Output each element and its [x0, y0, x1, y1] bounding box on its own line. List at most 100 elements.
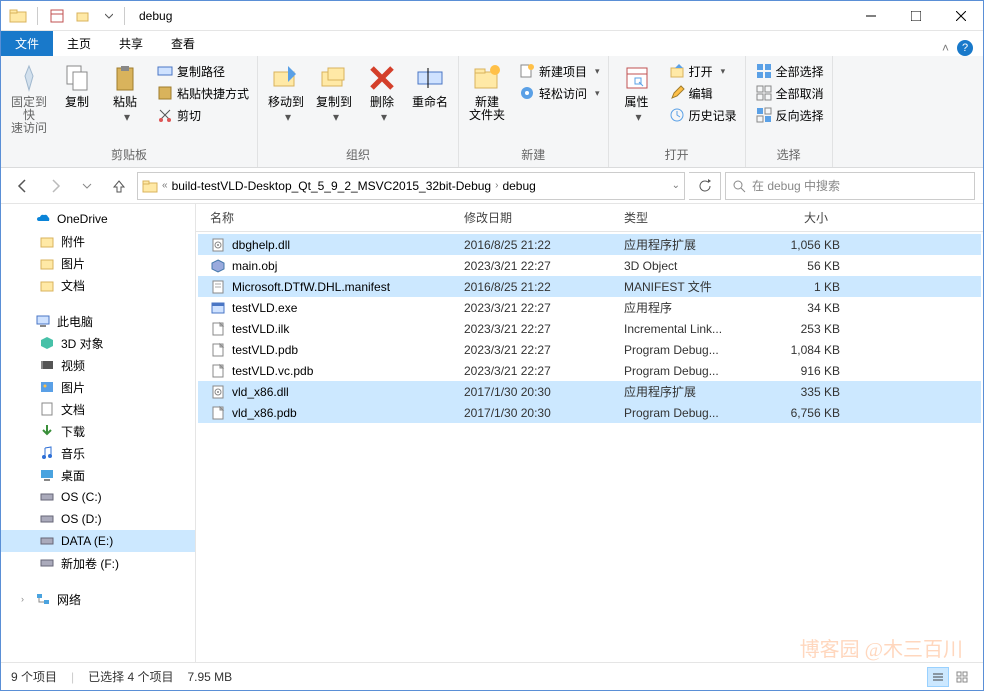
invert-selection-button[interactable]: 反向选择: [752, 104, 828, 126]
select-none-button[interactable]: 全部取消: [752, 82, 828, 104]
file-date: 2016/8/25 21:22: [464, 280, 624, 294]
qat-properties-icon[interactable]: [46, 5, 68, 27]
file-date: 2023/3/21 22:27: [464, 301, 624, 315]
col-size[interactable]: 大小: [738, 209, 834, 226]
nav-osc[interactable]: OS (C:): [1, 486, 195, 508]
cut-button[interactable]: 剪切: [153, 104, 253, 126]
nav-3d[interactable]: 3D 对象: [1, 332, 195, 354]
file-size: 916 KB: [744, 364, 840, 378]
file-size: 253 KB: [744, 322, 840, 336]
address-bar-row: « build-testVLD-Desktop_Qt_5_9_2_MSVC201…: [1, 168, 983, 204]
nav-tree[interactable]: OneDrive 附件 图片 文档 此电脑 3D 对象 视频 图片 文档 下载 …: [1, 204, 196, 662]
file-row[interactable]: testVLD.ilk2023/3/21 22:27Incremental Li…: [198, 318, 981, 339]
search-icon: [732, 179, 746, 193]
copyto-button[interactable]: 复制到▾: [310, 60, 358, 126]
forward-button[interactable]: [41, 172, 69, 200]
file-icon: [210, 258, 226, 274]
col-type[interactable]: 类型: [618, 209, 738, 226]
nav-music[interactable]: 音乐: [1, 442, 195, 464]
rename-button[interactable]: 重命名: [406, 60, 454, 111]
nav-docs2[interactable]: 文档: [1, 398, 195, 420]
file-row[interactable]: dbghelp.dll2016/8/25 21:22应用程序扩展1,056 KB: [198, 234, 981, 255]
file-row[interactable]: vld_x86.pdb2017/1/30 20:30Program Debug.…: [198, 402, 981, 423]
file-size: 6,756 KB: [744, 406, 840, 420]
file-list[interactable]: dbghelp.dll2016/8/25 21:22应用程序扩展1,056 KB…: [196, 232, 983, 662]
address-bar[interactable]: « build-testVLD-Desktop_Qt_5_9_2_MSVC201…: [137, 172, 685, 200]
col-name[interactable]: 名称: [204, 209, 458, 226]
nav-datae[interactable]: DATA (E:): [1, 530, 195, 552]
close-button[interactable]: [938, 2, 983, 30]
nav-desktop[interactable]: 桌面: [1, 464, 195, 486]
moveto-button[interactable]: 移动到▾: [262, 60, 310, 126]
file-row[interactable]: main.obj2023/3/21 22:273D Object56 KB: [198, 255, 981, 276]
minimize-button[interactable]: [848, 2, 893, 30]
easy-access-button[interactable]: 轻松访问▾: [515, 82, 604, 104]
maximize-button[interactable]: [893, 2, 938, 30]
copy-path-button[interactable]: 复制路径: [153, 60, 253, 82]
view-icons-button[interactable]: [951, 667, 973, 687]
nav-down[interactable]: 下载: [1, 420, 195, 442]
file-type: 3D Object: [624, 259, 744, 273]
newfolder-button[interactable]: 新建文件夹: [463, 60, 511, 124]
recent-dropdown[interactable]: [73, 172, 101, 200]
tab-file[interactable]: 文件: [1, 31, 53, 56]
edit-button[interactable]: 编辑: [665, 82, 741, 104]
tab-share[interactable]: 共享: [105, 31, 157, 56]
pin-button[interactable]: 固定到快速访问: [5, 60, 53, 138]
file-date: 2023/3/21 22:27: [464, 259, 624, 273]
breadcrumb-2[interactable]: debug: [502, 179, 535, 193]
nav-osd[interactable]: OS (D:): [1, 508, 195, 530]
nav-pics2[interactable]: 图片: [1, 376, 195, 398]
nav-network[interactable]: ›网络: [1, 588, 195, 610]
nav-newf[interactable]: 新加卷 (F:): [1, 552, 195, 574]
file-row[interactable]: testVLD.pdb2023/3/21 22:27Program Debug.…: [198, 339, 981, 360]
nav-video[interactable]: 视频: [1, 354, 195, 376]
col-date[interactable]: 修改日期: [458, 209, 618, 226]
file-row[interactable]: vld_x86.dll2017/1/30 20:30应用程序扩展335 KB: [198, 381, 981, 402]
qat-newfolder-icon[interactable]: [72, 5, 94, 27]
tab-view[interactable]: 查看: [157, 31, 209, 56]
help-icon[interactable]: ?: [957, 40, 973, 56]
collapse-ribbon-icon[interactable]: ˄: [942, 41, 949, 55]
file-date: 2017/1/30 20:30: [464, 406, 624, 420]
chevron-down-icon[interactable]: ⌄: [672, 180, 680, 191]
file-size: 335 KB: [744, 385, 840, 399]
back-button[interactable]: [9, 172, 37, 200]
file-size: 1 KB: [744, 280, 840, 294]
nav-attach[interactable]: 附件: [1, 230, 195, 252]
view-details-button[interactable]: [927, 667, 949, 687]
file-row[interactable]: testVLD.vc.pdb2023/3/21 22:27Program Deb…: [198, 360, 981, 381]
nav-docs[interactable]: 文档: [1, 274, 195, 296]
file-row[interactable]: Microsoft.DTfW.DHL.manifest2016/8/25 21:…: [198, 276, 981, 297]
new-item-button[interactable]: 新建项目▾: [515, 60, 604, 82]
file-date: 2017/1/30 20:30: [464, 385, 624, 399]
file-name: vld_x86.pdb: [232, 406, 464, 420]
search-input[interactable]: 在 debug 中搜索: [725, 172, 975, 200]
file-date: 2023/3/21 22:27: [464, 364, 624, 378]
copy-button[interactable]: 复制: [53, 60, 101, 111]
select-all-button[interactable]: 全部选择: [752, 60, 828, 82]
tab-home[interactable]: 主页: [53, 31, 105, 56]
nav-pics[interactable]: 图片: [1, 252, 195, 274]
status-count: 9 个项目: [11, 668, 57, 685]
search-placeholder: 在 debug 中搜索: [752, 177, 840, 194]
paste-shortcut-button[interactable]: 粘贴快捷方式: [153, 82, 253, 104]
title-bar: debug: [1, 1, 983, 31]
properties-button[interactable]: 属性▾: [613, 60, 661, 126]
nav-thispc[interactable]: 此电脑: [1, 310, 195, 332]
delete-button[interactable]: 删除▾: [358, 60, 406, 126]
file-row[interactable]: testVLD.exe2023/3/21 22:27应用程序34 KB: [198, 297, 981, 318]
chevron-left-icon[interactable]: «: [162, 180, 168, 191]
up-button[interactable]: [105, 172, 133, 200]
breadcrumb-1[interactable]: build-testVLD-Desktop_Qt_5_9_2_MSVC2015_…: [172, 179, 492, 193]
paste-button[interactable]: 粘贴▾: [101, 60, 149, 126]
qat-dropdown-icon[interactable]: [98, 5, 120, 27]
file-type: Program Debug...: [624, 364, 744, 378]
nav-onedrive[interactable]: OneDrive: [1, 208, 195, 230]
history-button[interactable]: 历史记录: [665, 104, 741, 126]
column-headers[interactable]: 名称 修改日期 类型 大小: [196, 204, 983, 232]
open-button[interactable]: 打开▾: [665, 60, 741, 82]
group-new-label: 新建: [463, 146, 604, 165]
file-name: testVLD.exe: [232, 301, 464, 315]
refresh-button[interactable]: [689, 172, 721, 200]
